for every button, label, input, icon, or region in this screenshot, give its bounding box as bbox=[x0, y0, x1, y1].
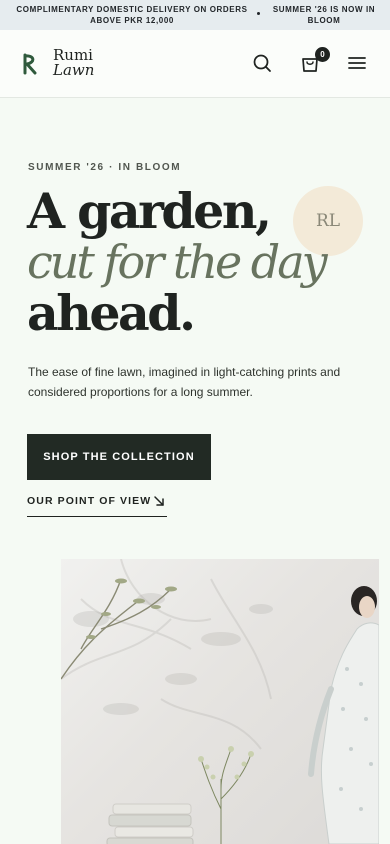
hero-image-scene bbox=[61, 559, 379, 844]
logo-leaf-icon[interactable] bbox=[22, 53, 38, 75]
hero-headline: A garden, cut for the day ahead. bbox=[27, 182, 328, 342]
shop-collection-button[interactable]: SHOP THE COLLECTION bbox=[27, 434, 211, 480]
logo-line-lawn: Lawn bbox=[53, 61, 95, 79]
headline-line-1: A garden, bbox=[27, 182, 272, 240]
hero-eyebrow: SUMMER '26 · IN BLOOM bbox=[28, 162, 182, 173]
point-of-view-link[interactable]: OUR POINT OF VIEW bbox=[27, 495, 167, 517]
announcement-delivery: COMPLIMENTARY DOMESTIC DELIVERY ON ORDER… bbox=[16, 5, 248, 25]
announcement-separator bbox=[257, 12, 260, 15]
hero-description: The ease of fine lawn, imagined in light… bbox=[28, 365, 341, 399]
point-of-view-label: OUR POINT OF VIEW bbox=[27, 495, 152, 507]
search-icon[interactable] bbox=[251, 52, 273, 74]
cart-count-badge: 0 bbox=[315, 47, 330, 62]
announcement-bar: COMPLIMENTARY DOMESTIC DELIVERY ON ORDER… bbox=[0, 0, 390, 30]
brand-logo[interactable]: Rumi Lawn bbox=[53, 48, 94, 78]
menu-icon[interactable] bbox=[346, 52, 368, 74]
headline-line-3: ahead. bbox=[27, 284, 196, 342]
announcement-season: SUMMER '26 IS NOW IN BLOOM bbox=[272, 5, 376, 25]
site-header: Rumi Lawn 0 bbox=[0, 30, 390, 98]
headline-line-2: cut for the day bbox=[27, 235, 328, 289]
hero-image bbox=[61, 559, 379, 844]
arrow-down-right-icon bbox=[154, 496, 164, 506]
